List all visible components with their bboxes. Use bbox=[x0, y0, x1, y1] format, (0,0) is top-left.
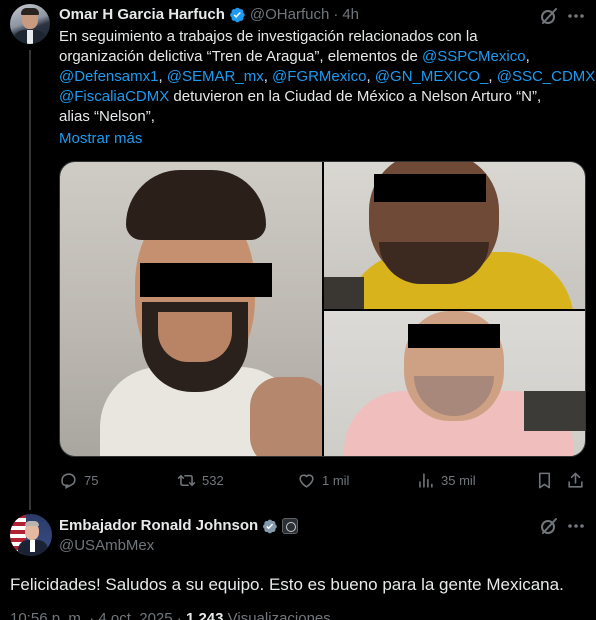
like-button[interactable]: 1 mil bbox=[297, 469, 349, 491]
author-name[interactable]: Omar H Garcia Harfuch bbox=[59, 5, 225, 25]
views-icon bbox=[419, 472, 433, 488]
text-segment: alias “Nelson”, bbox=[59, 108, 155, 125]
tweet-text-line: @FiscaliaCDMX detuvieron en la Ciudad de… bbox=[59, 87, 589, 107]
mention-link[interactable]: @FGRMexico bbox=[272, 68, 366, 85]
text-segment: organización delictiva “Tren de Aragua”,… bbox=[59, 48, 422, 65]
mention-link[interactable]: @SEMAR_mx bbox=[167, 68, 264, 85]
tweet-text-line: En seguimiento a trabajos de investigaci… bbox=[59, 27, 589, 47]
thread-connector-line bbox=[29, 50, 31, 510]
bookmark-icon bbox=[538, 472, 551, 488]
bookmark-button[interactable] bbox=[535, 469, 554, 491]
mention-link[interactable]: @Defensamx1 bbox=[59, 68, 158, 85]
show-more-link[interactable]: Mostrar más bbox=[59, 129, 142, 149]
author-handle[interactable]: @OHarfuch bbox=[250, 5, 329, 25]
tweet-text-line: organización delictiva “Tren de Aragua”,… bbox=[59, 47, 589, 67]
gov-verified-badge-icon[interactable] bbox=[261, 518, 278, 535]
author-name[interactable]: Embajador Ronald Johnson bbox=[59, 516, 258, 536]
more-icon[interactable] bbox=[566, 516, 586, 536]
views-count: 35 mil bbox=[441, 472, 476, 488]
tweet-timestamp[interactable]: 10:56 p. m. · 4 oct. 2025 · bbox=[10, 610, 186, 620]
mention-link[interactable]: @SSC_CDMX bbox=[497, 68, 596, 85]
tweet-text-line: @Defensamx1, @SEMAR_mx, @FGRMexico, @GN_… bbox=[59, 67, 595, 87]
text-segment: , bbox=[525, 48, 530, 65]
tweet-time[interactable]: 4h bbox=[342, 5, 359, 25]
tweet-text-line: alias “Nelson”, bbox=[59, 107, 589, 127]
photo-detainee-3[interactable] bbox=[324, 311, 585, 456]
repost-count: 532 bbox=[202, 472, 224, 488]
tweet-meta: 10:56 p. m. · 4 oct. 2025 · 1.243 Visual… bbox=[10, 609, 331, 620]
tweet-header: Omar H Garcia Harfuch @OHarfuch · 4h bbox=[59, 5, 359, 25]
avatar[interactable] bbox=[10, 4, 50, 44]
views-label: Visualizaciones bbox=[223, 610, 331, 620]
author-handle[interactable]: @USAmbMex bbox=[59, 536, 154, 556]
photo-detainee-2[interactable] bbox=[324, 162, 585, 309]
reply-icon bbox=[61, 472, 76, 489]
tweet-omar-harfuch[interactable]: Omar H Garcia Harfuch @OHarfuch · 4h En … bbox=[0, 0, 596, 510]
text-segment: En seguimiento a trabajos de investigaci… bbox=[59, 28, 478, 45]
text-segment: , bbox=[366, 68, 375, 85]
mention-link[interactable]: @GN_MEXICO_ bbox=[375, 68, 489, 85]
grok-icon[interactable] bbox=[539, 516, 559, 536]
views-button[interactable]: 35 mil bbox=[416, 469, 476, 491]
text-segment: , bbox=[488, 68, 497, 85]
views-count: 1.243 bbox=[185, 610, 224, 620]
separator-dot: · bbox=[333, 6, 339, 23]
reply-button[interactable]: 75 bbox=[59, 469, 98, 491]
government-seal-icon[interactable] bbox=[282, 518, 299, 534]
tweet-text: Felicidades! Saludos a su equipo. Esto e… bbox=[10, 575, 564, 594]
mention-link[interactable]: @SSPCMexico bbox=[422, 48, 526, 65]
tweet-header: Embajador Ronald Johnson bbox=[59, 516, 299, 536]
reply-count: 75 bbox=[84, 472, 99, 488]
share-icon bbox=[568, 472, 583, 488]
more-icon[interactable] bbox=[566, 6, 586, 26]
text-segment: detuvieron en la Ciudad de México a Nels… bbox=[169, 88, 542, 105]
text-segment: , bbox=[263, 68, 273, 85]
repost-icon bbox=[177, 474, 196, 486]
like-count: 1 mil bbox=[322, 472, 350, 488]
tweet-text: En seguimiento a trabajos de investigaci… bbox=[59, 27, 595, 127]
share-button[interactable] bbox=[566, 469, 585, 491]
tweet-actions: 75 532 1 mil 35 mil bbox=[59, 469, 586, 491]
photo-detainee-1[interactable] bbox=[60, 162, 322, 456]
grok-icon[interactable] bbox=[539, 6, 559, 26]
like-icon bbox=[299, 473, 314, 488]
repost-button[interactable]: 532 bbox=[177, 469, 224, 491]
mention-link[interactable]: @FiscaliaCDMX bbox=[59, 88, 169, 105]
media-grid[interactable] bbox=[59, 161, 586, 457]
avatar[interactable] bbox=[10, 514, 52, 556]
text-segment: , bbox=[158, 68, 167, 85]
verified-badge-icon[interactable] bbox=[228, 6, 246, 24]
